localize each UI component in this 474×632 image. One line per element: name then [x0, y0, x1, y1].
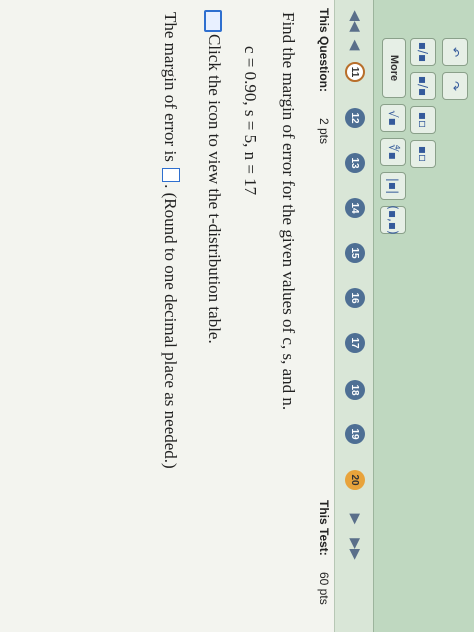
- answer-suffix: . (Round to one decimal place as needed.…: [161, 184, 180, 469]
- previous-question-icon[interactable]: ◀: [344, 34, 366, 56]
- question-points: 2 pts: [317, 118, 331, 145]
- answer-input[interactable]: [162, 168, 180, 183]
- answer-line: The margin of error is . (Round to one d…: [160, 12, 180, 469]
- question-prompt: Find the margin of error for the given v…: [279, 12, 298, 411]
- redo-button[interactable]: ↷: [442, 72, 468, 100]
- math-toolbar: ↶ ↷ ▪/▪ ▪/▪ ▪▫ ▪▫ √▪ ∜▪ |▪| (▪,▪) More: [374, 0, 474, 632]
- answer-prefix: The margin of error is: [161, 12, 180, 162]
- question-number-15[interactable]: 15: [345, 243, 365, 263]
- next-question-icon[interactable]: ▶: [344, 508, 366, 530]
- last-question-icon[interactable]: ▶▶: [344, 538, 366, 560]
- nth-root-button[interactable]: ∜▪: [380, 138, 406, 166]
- test-points: 60 pts: [317, 572, 331, 605]
- question-number-12[interactable]: 12: [345, 108, 365, 128]
- table-icon[interactable]: [204, 10, 222, 32]
- toolbar-row-undo: ↶ ↷: [442, 38, 468, 100]
- square-root-button[interactable]: √▪: [380, 104, 406, 132]
- given-values: c = 0.90, s = 5, n = 17: [241, 46, 260, 196]
- this-question-label: This Question:: [317, 8, 331, 92]
- question-number-20[interactable]: 20: [345, 470, 365, 490]
- question-number-16[interactable]: 16: [345, 288, 365, 308]
- question-content: Find the margin of error for the given v…: [0, 0, 308, 632]
- undo-button[interactable]: ↶: [442, 38, 468, 66]
- t-distribution-table-link[interactable]: Click the icon to view the t-distributio…: [204, 34, 224, 344]
- question-number-14[interactable]: 14: [345, 198, 365, 218]
- question-header: This Question: 2 pts This Test: 60 pts: [308, 0, 336, 632]
- absolute-value-button[interactable]: |▪|: [380, 172, 406, 200]
- toolbar-row-fractions: ▪/▪ ▪/▪ ▪▫ ▪▫: [410, 38, 436, 168]
- this-test-label: This Test:: [317, 500, 331, 556]
- question-navigation: ◀◀ ◀ 11 12 13 14 15 16 17 18 19 20 ▶ ▶▶: [334, 0, 374, 632]
- question-number-19[interactable]: 19: [345, 424, 365, 444]
- question-number-17[interactable]: 17: [345, 333, 365, 353]
- fraction-button[interactable]: ▪/▪: [410, 38, 436, 66]
- first-question-icon[interactable]: ◀◀: [344, 10, 366, 32]
- subscript-button[interactable]: ▪▫: [410, 140, 436, 168]
- question-number-18[interactable]: 18: [345, 380, 365, 400]
- more-button[interactable]: More: [382, 38, 406, 98]
- toolbar-row-roots: √▪ ∜▪ |▪| (▪,▪): [380, 104, 406, 235]
- mixed-number-button[interactable]: ▪/▪: [410, 72, 436, 100]
- screen: ↶ ↷ ▪/▪ ▪/▪ ▪▫ ▪▫ √▪ ∜▪ |▪| (▪,▪) More ◀…: [0, 0, 474, 632]
- question-number-13[interactable]: 13: [345, 153, 365, 173]
- exponent-button[interactable]: ▪▫: [410, 106, 436, 134]
- ordered-pair-button[interactable]: (▪,▪): [380, 205, 406, 235]
- question-number-11[interactable]: 11: [345, 62, 365, 82]
